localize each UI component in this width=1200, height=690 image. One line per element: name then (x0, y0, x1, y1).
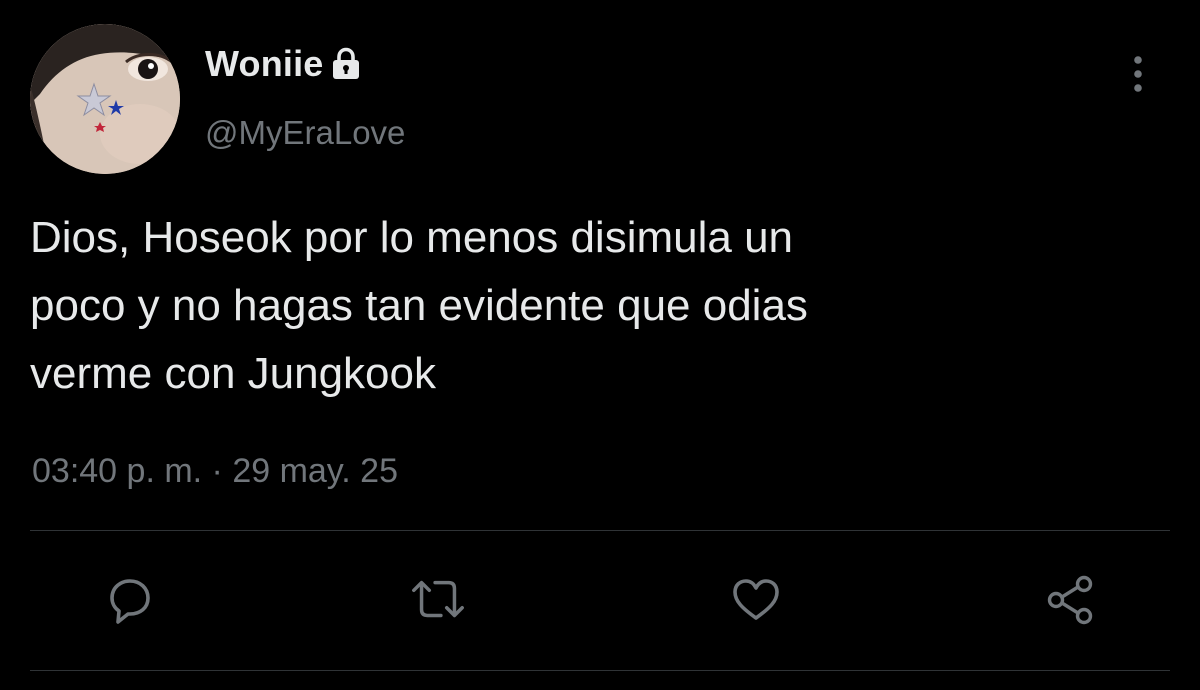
more-options-button[interactable] (1120, 52, 1156, 96)
reply-button[interactable] (100, 570, 160, 630)
tweet-timestamp[interactable]: 03:40 p. m. · 29 may. 25 (32, 452, 398, 491)
tweet-card: Woniie @MyEraLove Dios, Hoseok por lo me… (0, 0, 1200, 690)
share-button[interactable] (1040, 570, 1100, 630)
avatar[interactable] (30, 24, 180, 174)
display-name[interactable]: Woniie (205, 43, 324, 85)
user-handle[interactable]: @MyEraLove (205, 114, 405, 152)
retweet-button[interactable] (408, 570, 468, 630)
like-button[interactable] (726, 570, 786, 630)
heart-icon (733, 579, 779, 620)
lock-icon (331, 47, 361, 81)
more-vertical-icon (1134, 56, 1142, 92)
avatar-photo (30, 24, 180, 174)
divider (30, 530, 1170, 531)
reply-icon (110, 579, 150, 624)
tweet-text: Dios, Hoseok por lo menos disimula un po… (30, 213, 808, 398)
share-icon (1047, 575, 1093, 625)
divider (30, 670, 1170, 671)
action-bar (0, 570, 1200, 630)
display-name-row: Woniie (205, 42, 361, 86)
retweet-icon (412, 580, 464, 618)
